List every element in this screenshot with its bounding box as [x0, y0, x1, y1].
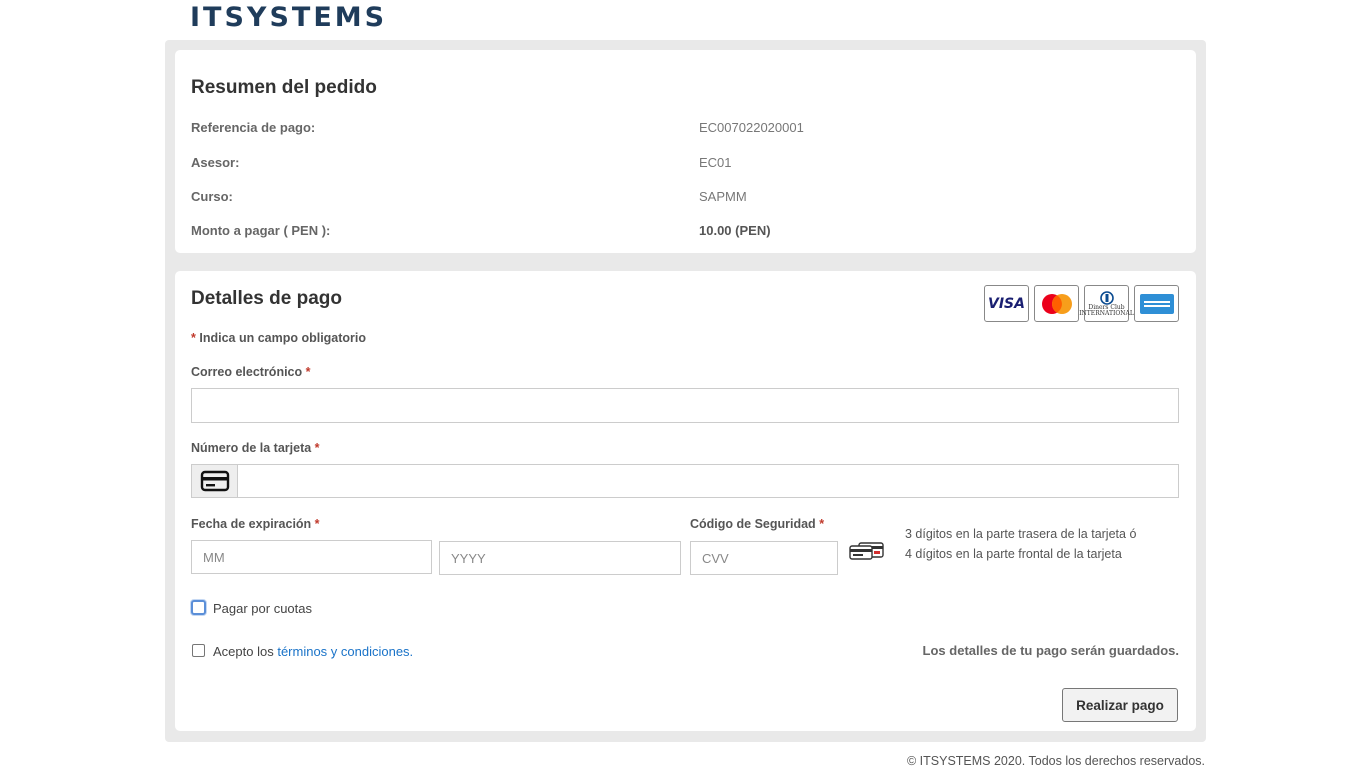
cvv-field[interactable]: CVV — [690, 541, 838, 575]
american-express-icon — [1139, 293, 1174, 314]
email-label-text: Correo electrónico — [191, 365, 303, 379]
course-value: SAPMM — [699, 189, 747, 204]
card-number-label: Número de la tarjeta * — [191, 441, 320, 455]
american-express-logo — [1134, 285, 1179, 322]
terms-link[interactable]: términos y condiciones. — [277, 644, 413, 659]
expiration-month-field[interactable]: MM — [191, 540, 432, 574]
brand-logo: ITSYSTEMS — [190, 2, 388, 33]
required-asterisk: * — [819, 517, 825, 531]
required-note-text: Indica un campo obligatorio — [199, 331, 367, 345]
payment-reference-label: Referencia de pago: — [191, 120, 316, 135]
visa-logo: VISA — [984, 285, 1029, 322]
cvv-hint: 3 dígitos en la parte trasera de la tarj… — [905, 527, 1137, 561]
required-asterisk: * — [314, 441, 320, 455]
order-summary-card: Resumen del pedido Referencia de pago: E… — [175, 50, 1196, 253]
checkout-container: Resumen del pedido Referencia de pago: E… — [165, 40, 1206, 742]
security-code-label-text: Código de Seguridad — [690, 517, 816, 531]
card-number-field[interactable] — [237, 464, 1179, 498]
amount-label: Monto a pagar ( PEN ): — [191, 223, 331, 238]
advisor-label: Asesor: — [191, 155, 240, 170]
order-summary-title: Resumen del pedido — [191, 77, 377, 98]
credit-card-icon — [200, 470, 229, 492]
installments-label[interactable]: Pagar por cuotas — [213, 601, 312, 616]
installments-checkbox[interactable] — [191, 600, 206, 615]
card-number-label-text: Número de la tarjeta — [191, 441, 312, 455]
payment-details-title: Detalles de pago — [191, 288, 342, 309]
mastercard-icon — [1041, 293, 1072, 314]
diners-club-icon — [1099, 290, 1114, 305]
saved-details-note: Los detalles de tu pago serán guardados. — [922, 643, 1179, 658]
mastercard-logo — [1034, 285, 1079, 322]
expiration-year-field[interactable]: YYYY — [439, 541, 681, 575]
security-code-label: Código de Seguridad * — [690, 517, 824, 531]
required-asterisk: * — [314, 517, 320, 531]
required-note: * Indica un campo obligatorio — [191, 331, 366, 345]
required-asterisk: * — [305, 365, 311, 379]
required-asterisk: * — [191, 331, 196, 345]
cvv-card-icon — [849, 542, 884, 560]
advisor-value: EC01 — [699, 155, 732, 170]
terms-prefix: Acepto los — [213, 644, 278, 659]
card-number-addon — [191, 464, 237, 498]
email-label: Correo electrónico * — [191, 365, 311, 379]
terms-checkbox[interactable] — [192, 644, 205, 657]
footer-copyright: © ITSYSTEMS 2020. Todos los derechos res… — [906, 754, 1205, 768]
diners-club-text: Diners Club INTERNATIONAL — [1079, 303, 1134, 317]
email-field[interactable] — [191, 388, 1179, 423]
expiration-label: Fecha de expiración * — [191, 517, 320, 531]
diners-club-logo: Diners Club INTERNATIONAL — [1079, 285, 1134, 322]
submit-payment-button[interactable]: Realizar pago — [1062, 688, 1178, 722]
payment-details-card: Detalles de pago VISA Diners Club INTERN… — [175, 271, 1196, 731]
course-label: Curso: — [191, 189, 233, 204]
payment-reference-value: EC007022020001 — [699, 120, 804, 135]
expiration-label-text: Fecha de expiración — [191, 517, 312, 531]
terms-label: Acepto los términos y condiciones. — [213, 644, 413, 659]
accepted-cards: VISA Diners Club INTERNATIONAL — [984, 285, 1179, 322]
visa-logo-text: VISA — [988, 295, 1025, 312]
amount-value: 10.00 (PEN) — [699, 223, 771, 238]
